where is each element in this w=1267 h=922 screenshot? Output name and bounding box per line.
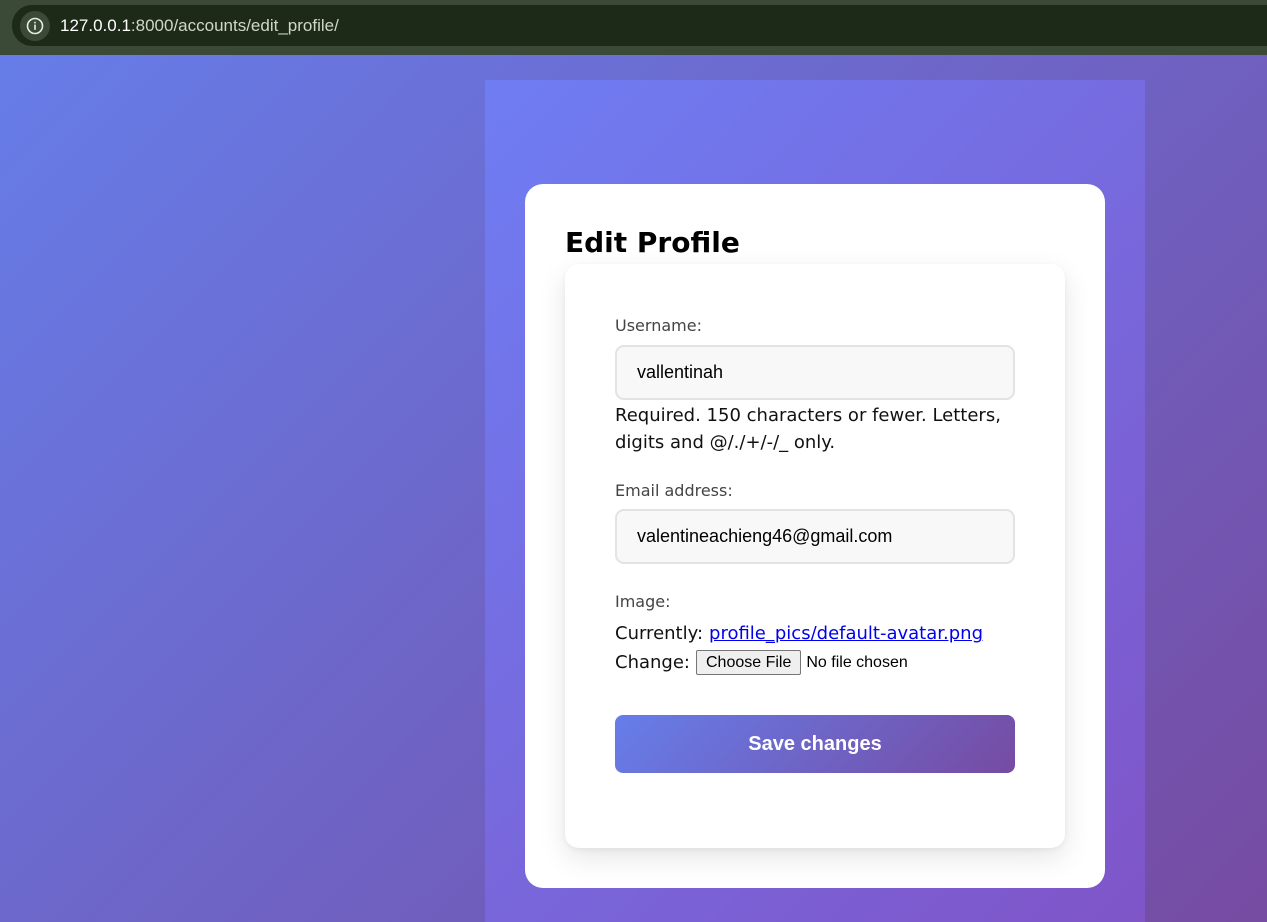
image-label: Image:	[615, 592, 671, 611]
choose-file-button[interactable]: Choose File	[695, 650, 802, 675]
address-bar[interactable]: 127.0.0.1:8000/accounts/edit_profile/	[12, 5, 1267, 46]
page-title: Edit Profile	[565, 226, 740, 259]
current-image-row: Currently: profile_pics/default-avatar.p…	[615, 623, 983, 644]
url-host: 127.0.0.1	[60, 15, 131, 35]
url-path: :8000/accounts/edit_profile/	[130, 15, 339, 35]
info-icon[interactable]	[20, 10, 50, 41]
currently-label: Currently:	[615, 623, 704, 644]
current-image-link[interactable]: profile_pics/default-avatar.png	[709, 623, 983, 644]
email-label: Email address:	[615, 481, 733, 500]
browser-toolbar: 127.0.0.1:8000/accounts/edit_profile/	[0, 0, 1267, 55]
username-input[interactable]: vallentinah	[615, 345, 1015, 400]
file-status: No file chosen	[806, 653, 908, 671]
save-changes-button[interactable]: Save changes	[615, 715, 1015, 773]
username-helptext: Required. 150 characters or fewer. Lette…	[615, 405, 1001, 453]
email-input[interactable]: valentineachieng46@gmail.com	[615, 509, 1015, 564]
change-label: Change:	[615, 652, 690, 673]
username-label: Username:	[615, 316, 702, 335]
change-image-row: Change: Choose File No file chosen	[615, 650, 908, 675]
url-text[interactable]: 127.0.0.1:8000/accounts/edit_profile/	[60, 16, 339, 36]
